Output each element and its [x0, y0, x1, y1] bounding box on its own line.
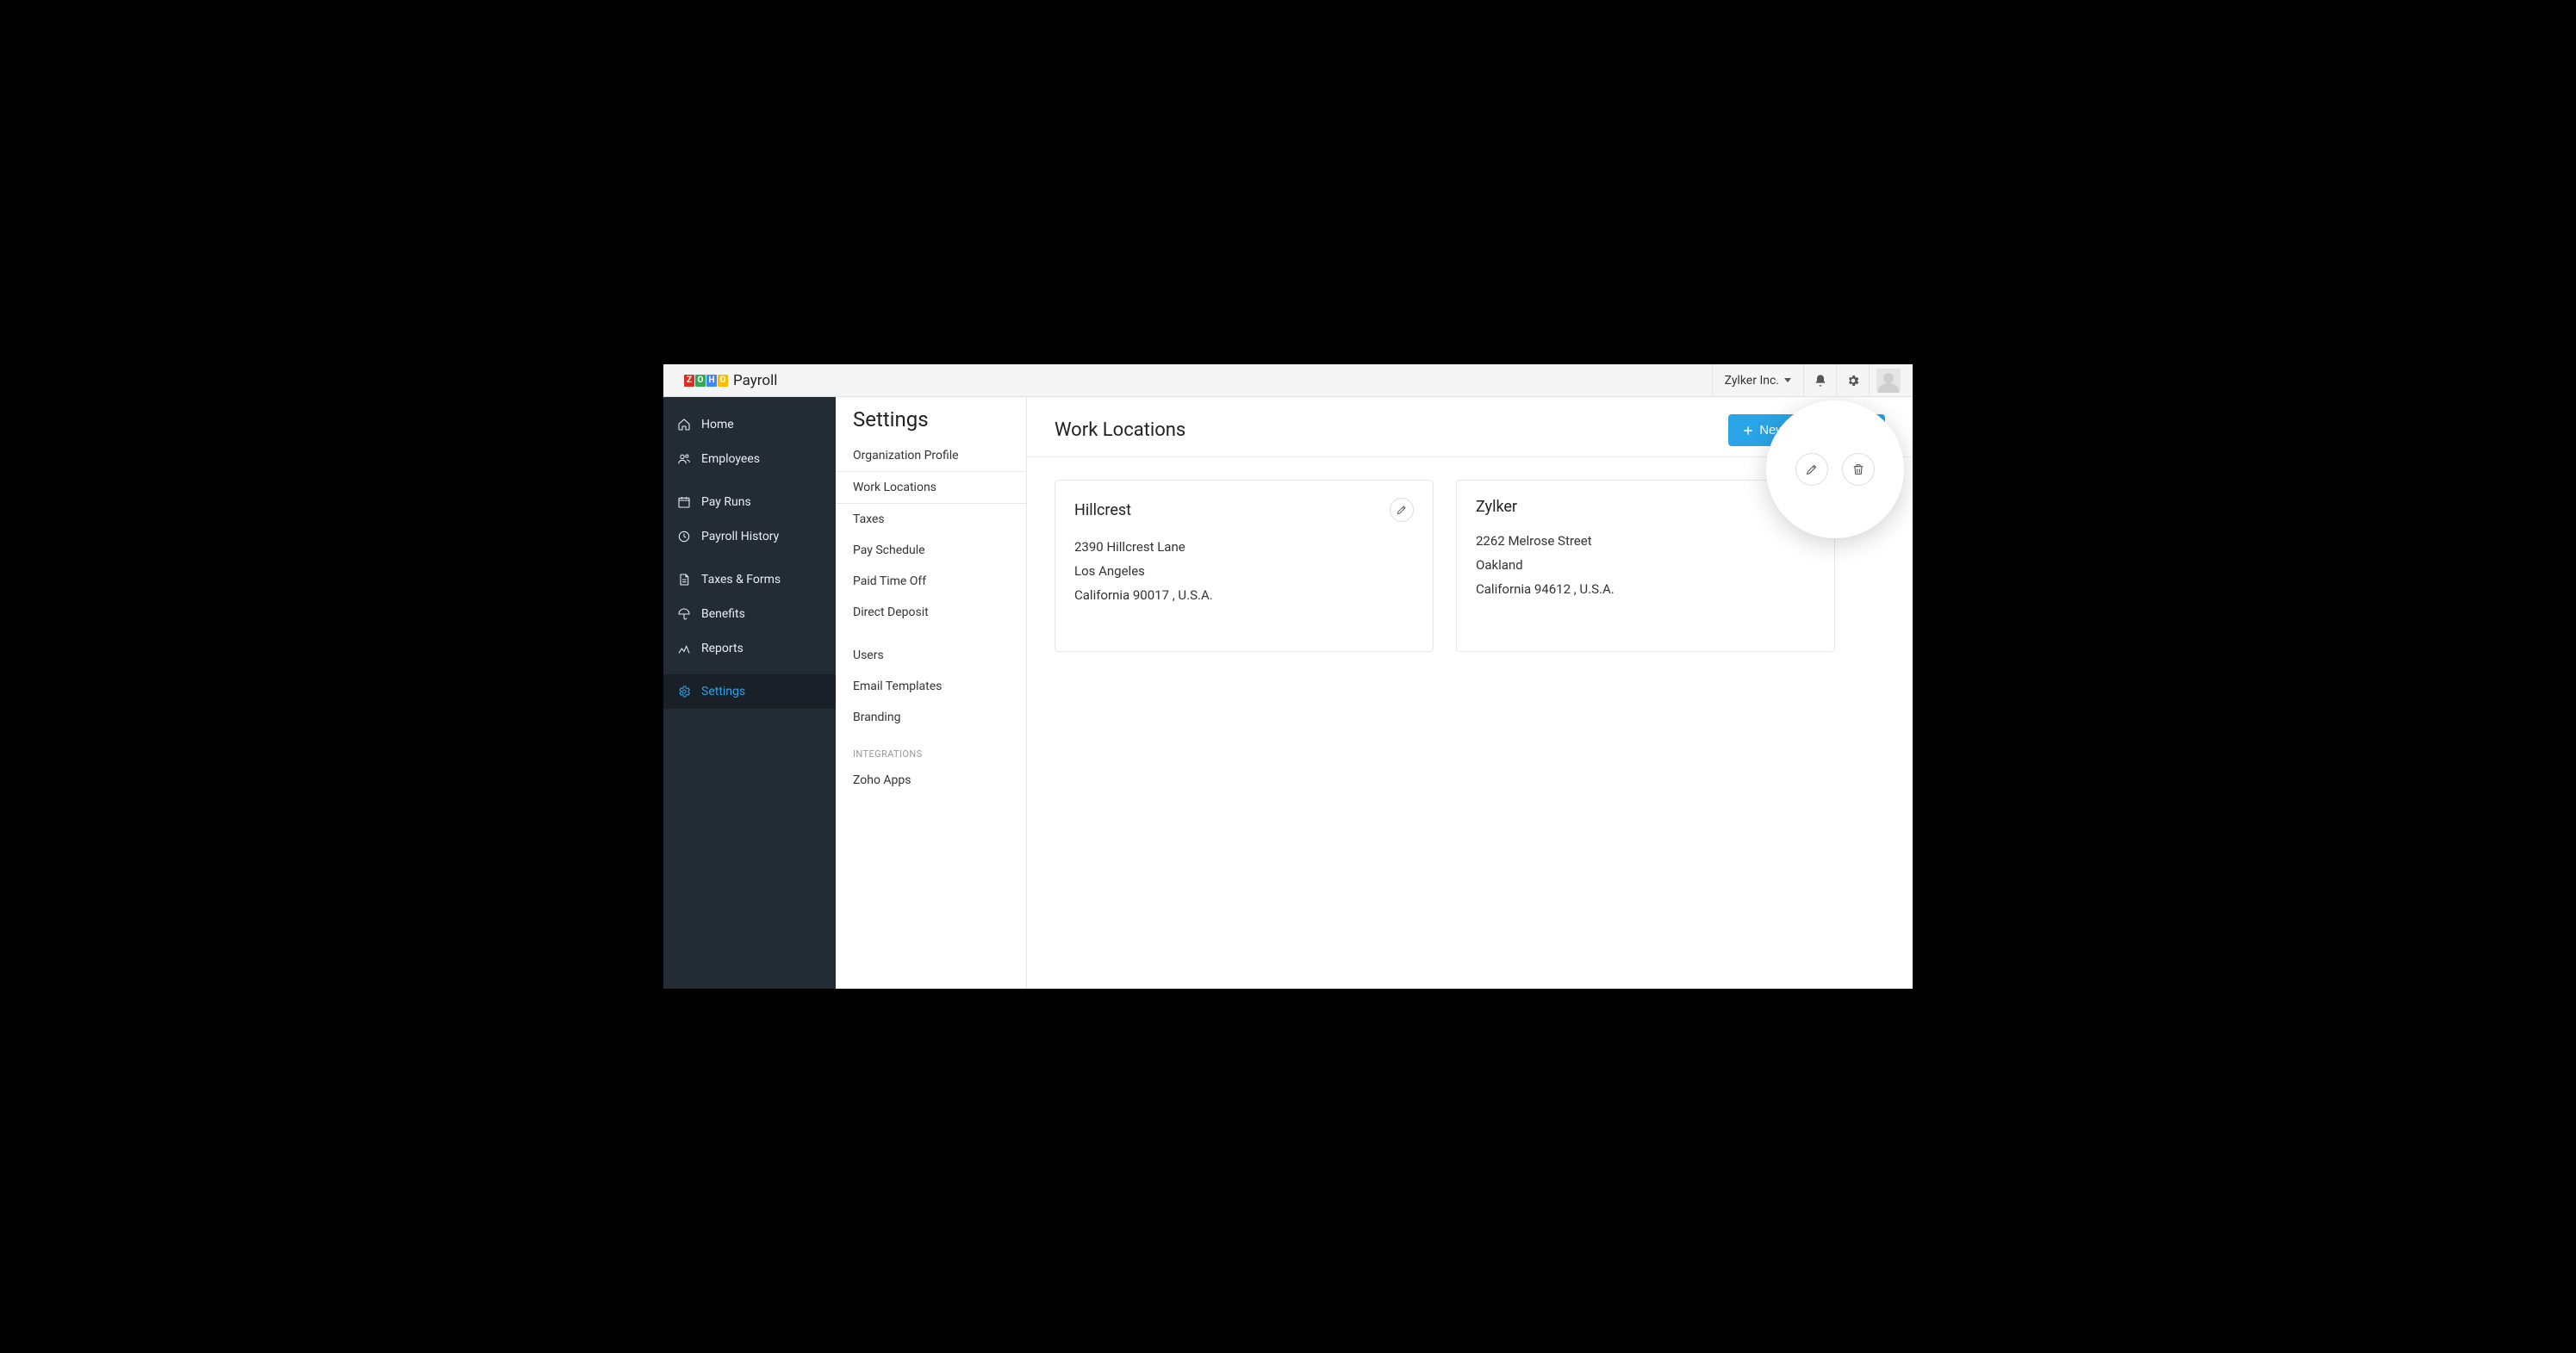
settings-title: Settings	[836, 407, 1026, 440]
sidebar-item-home[interactable]: Home	[663, 407, 836, 442]
sidebar-item-history[interactable]: Payroll History	[663, 519, 836, 554]
app-window: Z O H O Payroll Zylker Inc.	[663, 364, 1913, 989]
address-line: 2262 Melrose Street	[1476, 533, 1815, 549]
people-icon	[677, 452, 691, 466]
trash-icon	[1851, 462, 1865, 476]
sidebar-item-label: Taxes & Forms	[701, 573, 781, 587]
address-line: 2390 Hillcrest Lane	[1074, 539, 1414, 555]
location-card: Hillcrest 2390 Hillcrest Lane Los Angele…	[1055, 480, 1434, 652]
logo-letter: O	[718, 375, 728, 387]
pencil-icon	[1396, 504, 1408, 516]
notifications-button[interactable]	[1804, 364, 1837, 397]
sidebar-item-benefits[interactable]: Benefits	[663, 597, 836, 631]
logo-letter: O	[695, 375, 706, 387]
logo-letter: Z	[684, 375, 694, 387]
app-header: Z O H O Payroll Zylker Inc.	[663, 364, 1913, 397]
tutorial-spotlight	[1766, 400, 1904, 538]
location-name: Hillcrest	[1074, 501, 1131, 519]
avatar[interactable]	[1876, 369, 1901, 393]
main-content: Work Locations New Work Location Hillcre…	[1027, 397, 1913, 989]
brand: Z O H O Payroll	[684, 372, 777, 389]
sidebar-item-label: Pay Runs	[701, 495, 751, 509]
sidebar-item-settings[interactable]: Settings	[663, 674, 836, 709]
zoho-logo-icon: Z O H O	[684, 375, 728, 387]
bell-icon	[1814, 374, 1827, 388]
edit-location-button[interactable]	[1390, 498, 1414, 522]
settings-subnav: Settings Organization Profile Work Locat…	[836, 397, 1027, 989]
calendar-icon	[677, 495, 691, 509]
settings-item-users[interactable]: Users	[836, 640, 1026, 671]
address-line: California 90017 , U.S.A.	[1074, 587, 1414, 603]
sidebar: Home Employees Pay Runs Payroll History	[663, 397, 836, 989]
sidebar-item-label: Home	[701, 418, 734, 431]
settings-header-button[interactable]	[1837, 364, 1870, 397]
home-icon	[677, 418, 691, 431]
address-line: California 94612 , U.S.A.	[1476, 581, 1815, 597]
sidebar-item-employees[interactable]: Employees	[663, 442, 836, 476]
edit-location-button[interactable]	[1795, 453, 1828, 486]
gear-icon	[1846, 374, 1860, 388]
app-body: Home Employees Pay Runs Payroll History	[663, 397, 1913, 989]
logo-letter: H	[706, 375, 717, 387]
plus-icon	[1742, 425, 1754, 437]
document-icon	[677, 573, 691, 587]
settings-item-pto[interactable]: Paid Time Off	[836, 566, 1026, 597]
sidebar-item-label: Settings	[701, 685, 745, 698]
settings-item-work-locations[interactable]: Work Locations	[836, 471, 1026, 504]
address-line: Los Angeles	[1074, 563, 1414, 579]
chart-icon	[677, 642, 691, 655]
org-name: Zylker Inc.	[1725, 374, 1779, 388]
header-right: Zylker Inc.	[1712, 364, 1901, 397]
pencil-icon	[1805, 462, 1819, 476]
settings-item-pay-schedule[interactable]: Pay Schedule	[836, 535, 1026, 566]
sidebar-item-taxes[interactable]: Taxes & Forms	[663, 562, 836, 597]
sidebar-item-label: Payroll History	[701, 530, 779, 543]
settings-item-taxes[interactable]: Taxes	[836, 504, 1026, 535]
address-line: Oakland	[1476, 557, 1815, 573]
history-icon	[677, 530, 691, 543]
chevron-down-icon	[1784, 378, 1791, 382]
sidebar-item-label: Employees	[701, 452, 760, 466]
settings-item-org-profile[interactable]: Organization Profile	[836, 440, 1026, 471]
product-name: Payroll	[733, 372, 777, 389]
location-name: Zylker	[1476, 498, 1517, 516]
settings-item-email-templates[interactable]: Email Templates	[836, 671, 1026, 702]
settings-category-integrations: INTEGRATIONS	[836, 733, 1026, 765]
sidebar-item-label: Benefits	[701, 607, 745, 621]
settings-item-direct-deposit[interactable]: Direct Deposit	[836, 597, 1026, 628]
sidebar-item-label: Reports	[701, 642, 744, 655]
settings-item-branding[interactable]: Branding	[836, 702, 1026, 733]
delete-location-button[interactable]	[1842, 453, 1875, 486]
umbrella-icon	[677, 607, 691, 621]
page-title: Work Locations	[1055, 419, 1185, 441]
sidebar-item-reports[interactable]: Reports	[663, 631, 836, 666]
settings-item-zoho-apps[interactable]: Zoho Apps	[836, 765, 1026, 796]
gear-icon	[677, 685, 691, 698]
sidebar-item-payruns[interactable]: Pay Runs	[663, 485, 836, 519]
org-switcher[interactable]: Zylker Inc.	[1712, 364, 1804, 397]
